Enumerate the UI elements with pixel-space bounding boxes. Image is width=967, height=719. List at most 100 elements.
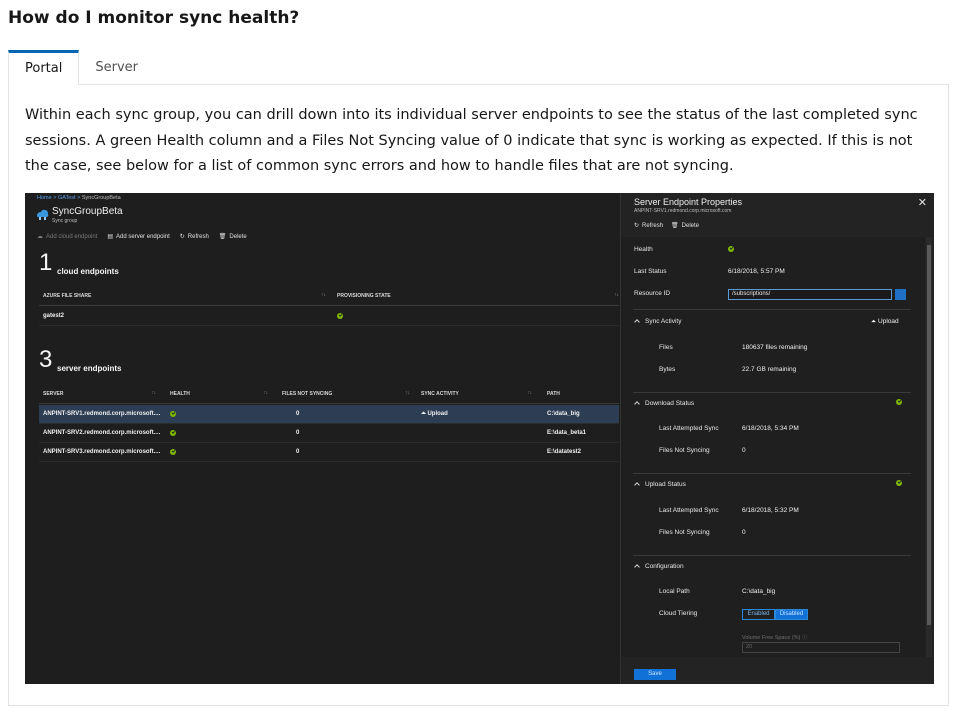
properties-refresh-button[interactable]: ↻ Refresh [634, 222, 664, 230]
breadcrumb-gatest[interactable]: GATest [58, 195, 76, 201]
col-sync-activity[interactable]: SYNC ACTIVITY [421, 391, 459, 397]
server-endpoint-row[interactable]: ANPINT-SRV2.redmond.corp.microsoft.... 0… [39, 424, 619, 443]
page-heading: How do I monitor sync health? [8, 8, 300, 28]
sort-icon[interactable]: ↑↓ [263, 390, 268, 396]
download-health [896, 399, 902, 407]
last-status-value: 6/18/2018, 5:57 PM [728, 268, 785, 275]
add-cloud-endpoint-button[interactable]: ☁ Add cloud endpoint [37, 233, 97, 241]
refresh-icon: ↻ [634, 223, 640, 229]
download-status-section[interactable]: Download Status [634, 400, 694, 407]
local-path-value: C:\data_big [742, 588, 776, 595]
cloud-tiering-label: Cloud Tiering [659, 610, 698, 617]
properties-toolbar: ↻ Refresh 🗑 Delete [634, 222, 700, 230]
server-name: ANPINT-SRV3.redmond.corp.microsoft.... [43, 449, 161, 455]
sort-icon[interactable]: ↑↓ [151, 390, 156, 396]
properties-delete-button[interactable]: 🗑 Delete [671, 222, 700, 230]
server-endpoint-count: 3 [39, 346, 53, 373]
server-plus-icon: ▤ [107, 234, 114, 240]
download-last-sync-label: Last Attempted Sync [659, 425, 719, 432]
properties-title: Server Endpoint Properties [634, 197, 743, 207]
resource-id-field[interactable]: /subscriptions/ [728, 289, 892, 300]
health-value [728, 246, 734, 254]
tab-server[interactable]: Server [79, 50, 154, 85]
sync-group-subtitle: Sync group [52, 218, 78, 224]
refresh-icon: ↻ [179, 234, 185, 240]
sync-activity-value: ⏶ Upload [871, 318, 899, 326]
trash-icon: 🗑 [671, 223, 679, 229]
tab-panel: Within each sync group, you can drill do… [8, 84, 949, 706]
cloud-share-name: gatest2 [43, 313, 65, 319]
server-name: ANPINT-SRV2.redmond.corp.microsoft.... [43, 430, 161, 436]
sync-activity-label: Upload [427, 411, 448, 417]
col-server[interactable]: SERVER [43, 391, 63, 397]
upload-health [896, 480, 902, 488]
divider [39, 305, 619, 306]
properties-delete-label: Delete [681, 222, 700, 229]
sync-activity: ⏶ Upload [421, 411, 448, 418]
upload-status-section[interactable]: Upload Status [634, 481, 686, 488]
cloud-tiering-enabled[interactable]: Enabled [742, 609, 775, 620]
properties-scrollbar[interactable] [926, 237, 932, 657]
server-endpoint-row[interactable]: ANPINT-SRV3.redmond.corp.microsoft.... 0… [39, 443, 619, 462]
status-ok-icon [170, 430, 176, 436]
tab-portal[interactable]: Portal [8, 50, 80, 85]
server-endpoint-row[interactable]: ANPINT-SRV1.redmond.corp.microsoft.... 0… [39, 405, 619, 424]
bytes-label: Bytes [659, 366, 676, 373]
close-icon[interactable]: ✕ [918, 196, 927, 209]
sort-icon[interactable]: ↑↓ [405, 390, 410, 396]
info-icon: ⓘ [801, 635, 808, 641]
resource-id-label: Resource ID [634, 290, 671, 297]
last-status-label: Last Status [634, 268, 667, 275]
chevron-up-icon [634, 401, 640, 407]
tab-bar: Portal Server [8, 50, 154, 85]
volume-free-space-label: Volume Free Space (%) ⓘ [742, 633, 807, 641]
sort-icon[interactable]: ↑↓ [614, 292, 619, 298]
sync-group-title: SyncGroupBeta [52, 206, 123, 217]
properties-subtitle: ANPINT-SRV1.redmond.corp.microsoft.com [634, 208, 732, 214]
divider [633, 309, 911, 310]
status-ok-icon [896, 399, 902, 405]
breadcrumb-sep: > [53, 195, 57, 201]
upload-status-heading: Upload Status [645, 481, 686, 488]
status-ok-icon [337, 313, 343, 319]
col-files-not-syncing[interactable]: FILES NOT SYNCING [282, 391, 332, 397]
sync-activity-heading: Sync Activity [645, 318, 682, 325]
col-path[interactable]: PATH [547, 391, 560, 397]
cloud-endpoints-heading: cloud endpoints [57, 267, 119, 276]
endpoint-path: E:\datatest2 [547, 449, 582, 455]
download-last-sync-value: 6/18/2018, 5:34 PM [742, 425, 799, 432]
breadcrumb-sep: > [77, 195, 81, 201]
provisioning-status [337, 313, 343, 321]
save-button[interactable]: Save [634, 669, 676, 680]
copy-icon[interactable] [895, 289, 906, 300]
upload-last-sync-label: Last Attempted Sync [659, 507, 719, 514]
health-status [170, 430, 176, 438]
upload-arrow-icon: ⏶ [871, 318, 879, 325]
cloud-endpoint-row[interactable]: gatest2 [39, 307, 619, 326]
upload-last-sync-value: 6/18/2018, 5:32 PM [742, 507, 799, 514]
col-provisioning-state[interactable]: PROVISIONING STATE [337, 293, 391, 299]
files-not-syncing: 0 [296, 449, 300, 455]
breadcrumb-home[interactable]: Home [37, 195, 52, 201]
configuration-section[interactable]: Configuration [634, 563, 684, 570]
properties-refresh-label: Refresh [642, 222, 664, 229]
volume-free-space-input[interactable]: 20 [742, 642, 900, 653]
server-endpoint-properties-pane: Server Endpoint Properties ANPINT-SRV1.r… [620, 193, 934, 684]
sort-icon[interactable]: ↑↓ [527, 390, 532, 396]
sync-activity-section[interactable]: Sync Activity [634, 318, 682, 325]
sync-group-pane: Home > GATest > SyncGroupBeta SyncGroupB… [25, 193, 620, 684]
refresh-button[interactable]: ↻ Refresh [179, 233, 209, 241]
portal-screenshot: Home > GATest > SyncGroupBeta SyncGroupB… [25, 193, 934, 684]
health-status [170, 411, 176, 419]
scrollbar-thumb[interactable] [927, 245, 931, 625]
cloud-tiering-disabled[interactable]: Disabled [775, 609, 808, 620]
sort-icon[interactable]: ↑↓ [321, 292, 326, 298]
delete-button[interactable]: 🗑 Delete [219, 233, 247, 241]
breadcrumb-current: SyncGroupBeta [81, 195, 121, 201]
sync-activity-value-label: Upload [878, 318, 899, 325]
volume-free-space-label-text: Volume Free Space (%) [742, 635, 801, 641]
status-ok-icon [170, 411, 176, 417]
add-server-endpoint-button[interactable]: ▤ Add server endpoint [107, 233, 169, 241]
col-health[interactable]: HEALTH [170, 391, 190, 397]
col-azure-file-share[interactable]: AZURE FILE SHARE [43, 293, 91, 299]
